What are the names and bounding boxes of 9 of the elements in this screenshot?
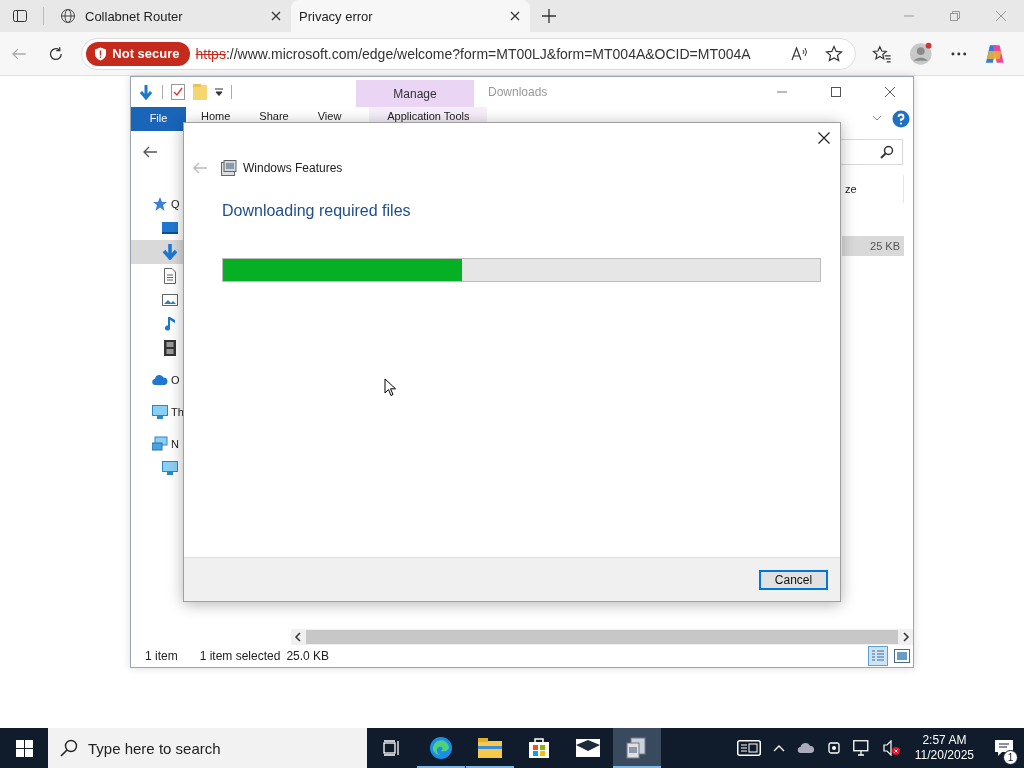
status-text: 25.0 KB [286,649,330,663]
status-text: 1 item selected [199,649,281,663]
window-title: Downloads [488,85,548,99]
dialog-title: Windows Features [243,161,343,175]
dialog-heading: Downloading required files [222,202,412,220]
status-text: 1 item [145,649,178,663]
notification-count-badge: 1 [1003,750,1018,765]
url-text: https://www.microsoft.com/edge/welcome?form=MT00LJ&form=MT004A&OCID=MT004A [195,45,751,62]
context-tab-label: Manage [356,80,474,107]
